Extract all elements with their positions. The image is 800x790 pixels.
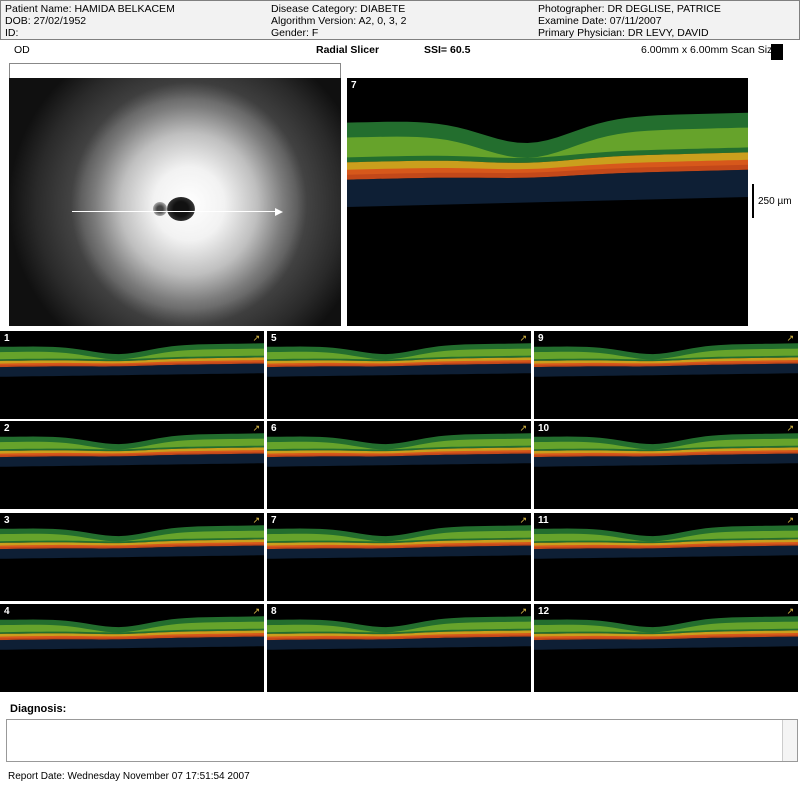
diagnosis-scrollbar[interactable]: [782, 720, 797, 761]
oct-thumbnail[interactable]: 7 ↗: [267, 513, 531, 601]
patient-header: Patient Name: HAMIDA BELKACEM DOB: 27/02…: [0, 0, 800, 40]
disease-category: Disease Category: DIABETE: [271, 3, 406, 15]
thumbnail-number: 1: [4, 333, 10, 344]
patient-info-column: Patient Name: HAMIDA BELKACEM DOB: 27/02…: [5, 3, 175, 39]
thumbnail-number: 9: [538, 333, 544, 344]
patient-id: ID:: [5, 27, 19, 39]
diagnosis-label: Diagnosis:: [10, 703, 67, 715]
scale-label: 250 µm: [758, 196, 792, 207]
oct-thumbnail[interactable]: 12 ↗: [534, 604, 798, 692]
retina-layers: [347, 112, 748, 207]
ssi-label: SSI= 60.5: [424, 44, 471, 56]
thumbnail-number: 7: [271, 515, 277, 526]
algorithm-version: Algorithm Version: A2, 0, 3, 2: [271, 15, 407, 27]
scan-direction-icon: ↗: [786, 515, 794, 525]
scan-direction-icon: ↗: [786, 606, 794, 616]
patient-name: Patient Name: HAMIDA BELKACEM: [5, 3, 175, 15]
photographer: Photographer: DR DEGLISE, PATRICE: [538, 3, 721, 15]
scan-direction-icon: ↗: [252, 423, 260, 433]
main-oct-scan[interactable]: 7: [347, 78, 748, 326]
retina-layers: [0, 616, 264, 650]
thumbnail-number: 8: [271, 606, 277, 617]
exam-info-column: Disease Category: DIABETE Algorithm Vers…: [271, 3, 406, 39]
oct-thumbnail[interactable]: 10 ↗: [534, 421, 798, 509]
retina-layers: [267, 616, 531, 650]
retina-layers: [0, 343, 264, 377]
scan-direction-icon: ↗: [519, 333, 527, 343]
thumbnail-number: 11: [538, 515, 549, 526]
eye-label: OD: [14, 44, 30, 56]
oct-thumbnail[interactable]: 3 ↗: [0, 513, 264, 601]
oct-thumbnail[interactable]: 1 ↗: [0, 331, 264, 419]
scan-direction-icon: ↗: [786, 423, 794, 433]
oct-thumbnail[interactable]: 4 ↗: [0, 604, 264, 692]
scan-size-label: 6.00mm x 6.00mm Scan Size: [641, 44, 779, 56]
retina-layers: [534, 616, 798, 650]
retina-layers: [267, 525, 531, 559]
patient-dob: DOB: 27/02/1952: [5, 15, 87, 27]
scan-mode-label: Radial Slicer: [316, 44, 380, 56]
diagnosis-field[interactable]: [6, 719, 798, 762]
thumbnail-number: 5: [271, 333, 277, 344]
retina-layers: [534, 433, 798, 467]
fundus-image[interactable]: [9, 78, 341, 326]
scale-bar: [752, 184, 754, 218]
scan-direction-icon: ↗: [252, 333, 260, 343]
retina-layers: [267, 433, 531, 467]
oct-thumbnail[interactable]: 5 ↗: [267, 331, 531, 419]
retina-layers: [267, 343, 531, 377]
fundus-title-box: [9, 63, 341, 79]
color-indicator: [771, 44, 783, 60]
scan-direction-icon: ↗: [519, 606, 527, 616]
retina-layers: [534, 525, 798, 559]
scan-direction-icon: ↗: [519, 515, 527, 525]
thumbnail-number: 4: [4, 606, 10, 617]
scan-direction-icon: ↗: [252, 515, 260, 525]
oct-thumbnail[interactable]: 9 ↗: [534, 331, 798, 419]
thumbnail-number: 10: [538, 423, 550, 434]
oct-thumbnail[interactable]: 11 ↗: [534, 513, 798, 601]
examine-date: Examine Date: 07/11/2007: [538, 15, 662, 27]
scan-direction-icon: ↗: [519, 423, 527, 433]
retina-layers: [534, 343, 798, 377]
thumbnail-number: 12: [538, 606, 550, 617]
thumbnail-number: 6: [271, 423, 277, 434]
scan-direction-icon: ↗: [786, 333, 794, 343]
main-scan-number: 7: [351, 80, 357, 91]
gender: Gender: F: [271, 27, 319, 39]
retina-layers: [0, 433, 264, 467]
oct-thumbnail[interactable]: 2 ↗: [0, 421, 264, 509]
primary-physician: Primary Physician: DR LEVY, DAVID: [538, 27, 709, 39]
retina-layers: [0, 525, 264, 559]
scan-line-arrow[interactable]: [72, 211, 276, 212]
scan-line-arrow-head: [275, 208, 283, 216]
thumbnail-number: 3: [4, 515, 10, 526]
oct-thumbnail[interactable]: 8 ↗: [267, 604, 531, 692]
report-date: Report Date: Wednesday November 07 17:51…: [8, 771, 250, 782]
oct-thumbnail[interactable]: 6 ↗: [267, 421, 531, 509]
thumbnail-number: 2: [4, 423, 10, 434]
scan-direction-icon: ↗: [252, 606, 260, 616]
staff-info-column: Photographer: DR DEGLISE, PATRICE Examin…: [538, 3, 721, 39]
